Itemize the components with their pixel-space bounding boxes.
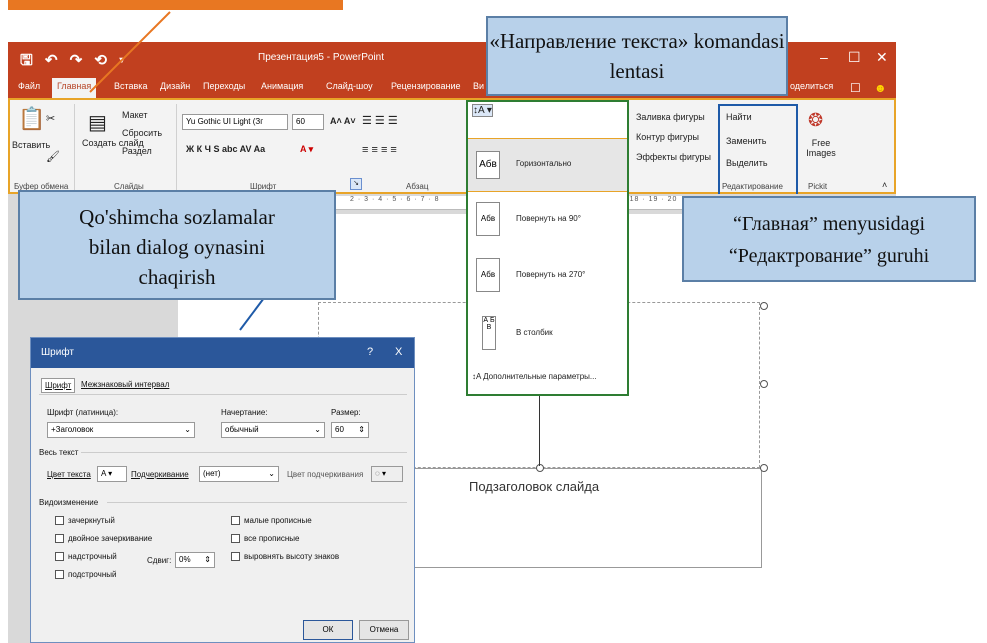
offset-value: 0% [179,555,191,564]
small-caps-checkbox[interactable]: малые прописные [231,516,312,526]
style-label: Начертание: [221,408,268,417]
font-latin-label: Шрифт (латиница): [47,408,119,417]
callout-dialog-launcher: Qo'shimcha sozlamalar bilan dialog oynas… [18,190,336,300]
subscript-checkbox[interactable]: подстрочный [55,570,117,580]
font-latin-value: +Заголовок [51,425,94,434]
checkbox-label: двойное зачеркивание [68,534,153,543]
checkbox-box [55,534,64,544]
checkbox-box [231,516,240,526]
superscript-checkbox[interactable]: надстрочный [55,552,117,562]
offset-field[interactable]: 0% ⇕ [175,552,215,568]
checkbox-box [231,552,240,562]
chevron-down-icon: ⌄ [184,425,191,434]
style-value: обычный [225,425,259,434]
chevron-down-icon: ⌄ [314,425,321,434]
checkbox-label: выровнять высоту знаков [244,552,340,561]
chevron-down-icon: ⌄ [268,469,275,478]
font-latin-field[interactable]: +Заголовок ⌄ [47,422,195,438]
underline-select[interactable]: (нет) ⌄ [199,466,279,482]
spinner-icon[interactable]: ⇕ [358,425,365,434]
underline-value: (нет) [203,469,221,478]
dialog-title-bar: Шрифт ? X [31,338,414,368]
cancel-button[interactable]: Отмена [359,620,409,640]
font-dialog: Шрифт ? X Шрифт Межзнаковый интервал Шри… [30,337,415,643]
help-button[interactable]: ? [367,346,373,358]
checkbox-label: зачеркнутый [68,516,115,525]
callout-text-direction: «Направление текста» komandasi lentasi [486,16,788,96]
checkbox-label: надстрочный [68,552,117,561]
checkbox-box [55,570,64,580]
tab-font[interactable]: Шрифт [41,378,76,393]
underline-color-label: Цвет подчеркивания [287,470,364,479]
size-field[interactable]: 60 ⇕ [331,422,369,438]
effects-heading: Видоизменение [39,498,99,507]
checkbox-box [55,552,64,562]
tab-divider [39,394,407,395]
tab-spacing[interactable]: Межзнаковый интервал [81,380,169,389]
section-divider [81,452,407,453]
size-value: 60 [335,425,344,434]
all-text-heading: Весь текст [39,448,79,457]
text-color-picker[interactable]: A ▾ [97,466,127,482]
all-caps-checkbox[interactable]: все прописные [231,534,300,544]
dialog-close-button[interactable]: X [395,346,402,358]
underline-label: Подчеркивание [131,470,189,479]
checkbox-box [55,516,64,526]
style-field[interactable]: обычный ⌄ [221,422,325,438]
double-strike-checkbox[interactable]: двойное зачеркивание [55,534,153,544]
section-divider [107,502,407,503]
checkbox-box [231,534,240,544]
checkbox-label: малые прописные [244,516,312,525]
checkbox-label: подстрочный [68,570,117,579]
text-color-label: Цвет текста [47,470,91,479]
ok-button[interactable]: ОК [303,620,353,640]
dialog-title: Шрифт [41,347,74,358]
spinner-icon[interactable]: ⇕ [204,555,211,564]
strike-checkbox[interactable]: зачеркнутый [55,516,115,526]
size-label: Размер: [331,408,361,417]
arrow-home-tab [89,11,171,93]
offset-label: Сдвиг: [147,556,172,565]
callout-editing-group: “Главная” menyusidagi “Редактрование” gu… [682,196,976,282]
checkbox-label: все прописные [244,534,300,543]
equalize-checkbox[interactable]: выровнять высоту знаков [231,552,340,562]
underline-color-picker[interactable]: ◌ ▾ [371,466,403,482]
